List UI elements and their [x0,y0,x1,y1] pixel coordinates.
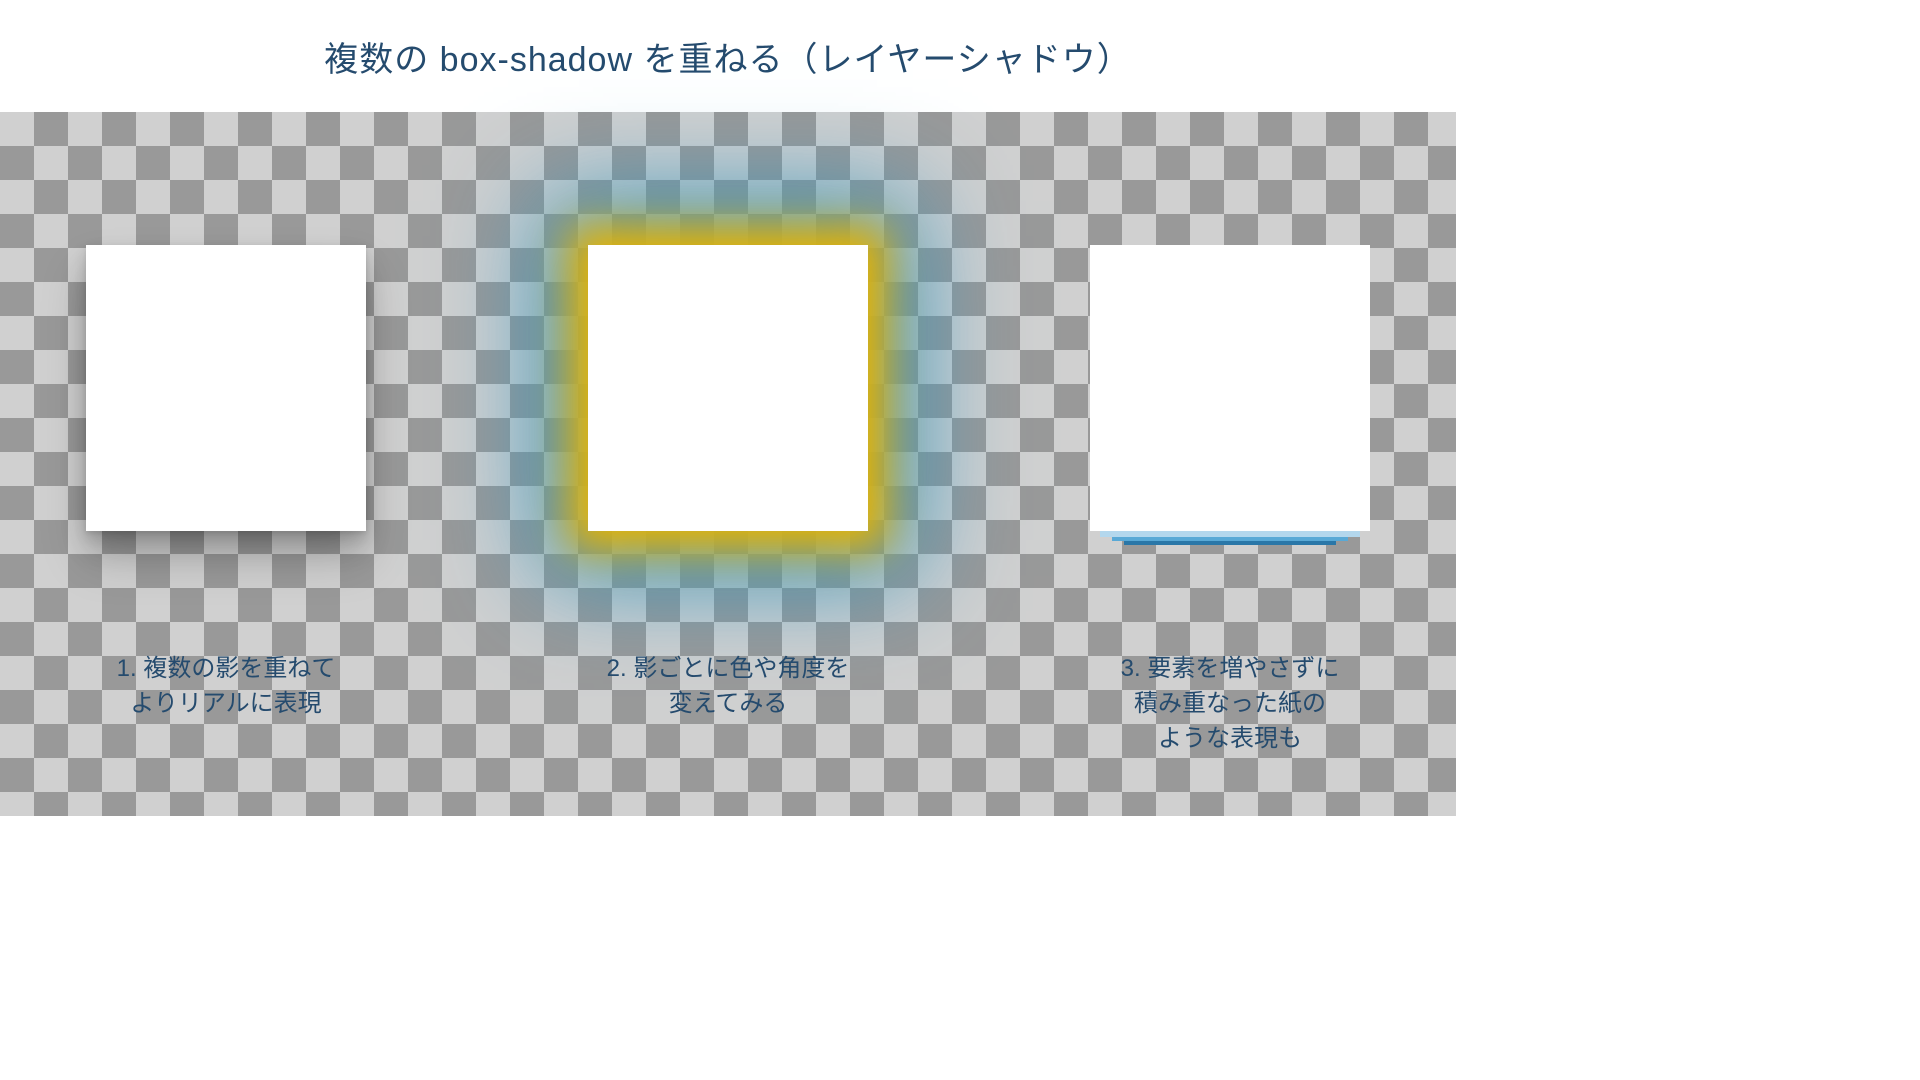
header: 複数の box-shadow を重ねる（レイヤーシャドウ） [0,0,1456,112]
example-caption: 2. 影ごとに色や角度を 変えてみる [568,652,888,722]
demo-box-layered [86,245,366,531]
demo-box-glow [588,245,868,531]
caption-line: 変えてみる [669,690,788,717]
demo-box-stack [1090,245,1370,531]
example-caption: 1. 複数の影を重ねて よりリアルに表現 [66,652,386,722]
caption-line: 2. 影ごとに色や角度を [607,655,850,682]
caption-line: よりリアルに表現 [130,690,321,717]
caption-line: 3. 要素を増やさずに [1121,655,1340,682]
example-caption: 3. 要素を増やさずに 積み重なった紙の ような表現も [1070,652,1390,756]
caption-line: 1. 複数の影を重ねて [117,655,336,682]
caption-line: 積み重なった紙の [1134,690,1326,717]
demo-canvas: 1. 複数の影を重ねて よりリアルに表現 2. 影ごとに色や角度を 変えてみる … [0,112,1456,816]
caption-line: ような表現も [1158,725,1302,752]
page-title: 複数の box-shadow を重ねる（レイヤーシャドウ） [324,32,1132,81]
